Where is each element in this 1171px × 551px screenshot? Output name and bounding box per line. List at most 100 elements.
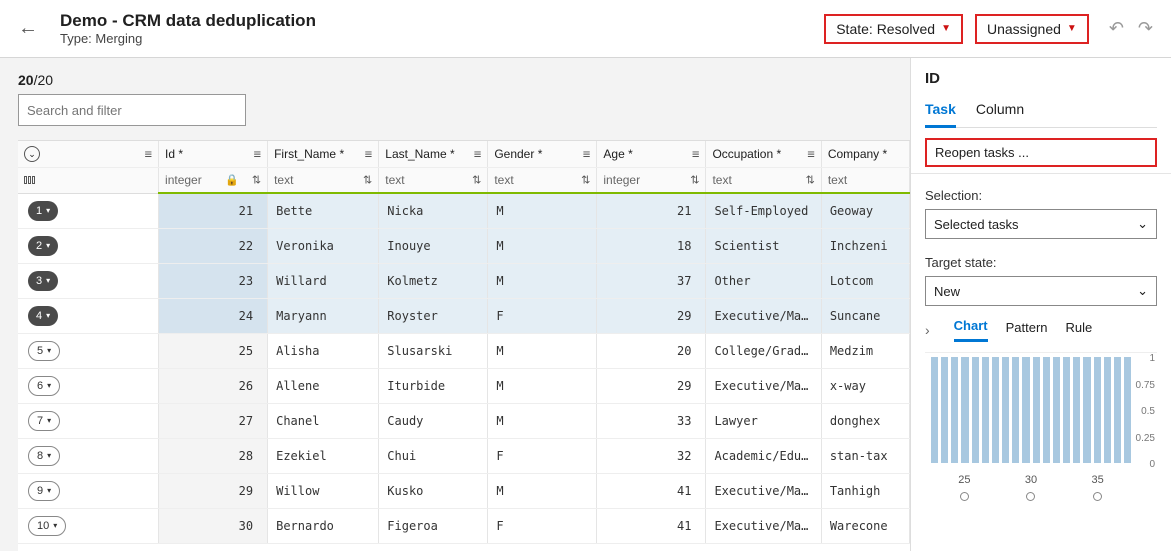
cell-occupation[interactable]: Executive/Man... (706, 508, 821, 543)
cell-gender[interactable]: M (488, 333, 597, 368)
row-index-cell[interactable]: 1 ▾ (18, 193, 159, 228)
chart-bar[interactable] (1043, 357, 1050, 463)
menu-icon[interactable]: ≡ (254, 146, 262, 161)
cell-first-name[interactable]: Ezekiel (268, 438, 379, 473)
col-header-occupation[interactable]: Occupation *≡ (706, 141, 821, 167)
table-row[interactable]: 10 ▾30BernardoFigeroaF41Executive/Man...… (18, 508, 910, 543)
chart-bar[interactable] (982, 357, 989, 463)
tab-column[interactable]: Column (976, 101, 1024, 127)
col-header-age[interactable]: Age *≡ (597, 141, 706, 167)
cell-company[interactable]: stan-tax (821, 438, 909, 473)
layout-toggle[interactable] (18, 167, 159, 193)
table-row[interactable]: 9 ▾29WillowKuskoM41Executive/Man...Tanhi… (18, 473, 910, 508)
cell-company[interactable]: Tanhigh (821, 473, 909, 508)
tab-rule[interactable]: Rule (1066, 320, 1093, 341)
cell-company[interactable]: Geoway (821, 193, 909, 228)
table-row[interactable]: 1 ▾21BetteNickaM21Self-EmployedGeoway (18, 193, 910, 228)
row-pill[interactable]: 2 ▾ (28, 236, 58, 256)
cell-gender[interactable]: M (488, 473, 597, 508)
col-type-age[interactable]: integer⇅ (597, 167, 706, 193)
menu-icon[interactable]: ≡ (583, 146, 591, 161)
col-type-oc[interactable]: text⇅ (706, 167, 821, 193)
cell-id[interactable]: 24 (159, 298, 268, 333)
row-index-cell[interactable]: 9 ▾ (18, 473, 159, 508)
row-index-cell[interactable]: 10 ▾ (18, 508, 159, 543)
cell-last-name[interactable]: Caudy (379, 403, 488, 438)
chart-bar[interactable] (992, 357, 999, 463)
cell-gender[interactable]: F (488, 438, 597, 473)
cell-first-name[interactable]: Allene (268, 368, 379, 403)
cell-age[interactable]: 20 (597, 333, 706, 368)
chart-bar[interactable] (1104, 357, 1111, 463)
cell-gender[interactable]: M (488, 263, 597, 298)
chart-bar[interactable] (1114, 357, 1121, 463)
menu-icon[interactable]: ≡ (144, 146, 152, 161)
table-row[interactable]: 2 ▾22VeronikaInouyeM18ScientistInchzeni (18, 228, 910, 263)
cell-occupation[interactable]: Scientist (706, 228, 821, 263)
cell-age[interactable]: 41 (597, 473, 706, 508)
table-row[interactable]: 4 ▾24MaryannRoysterF29Executive/Man...Su… (18, 298, 910, 333)
cell-occupation[interactable]: Executive/Man... (706, 368, 821, 403)
row-pill[interactable]: 1 ▾ (28, 201, 58, 221)
cell-age[interactable]: 32 (597, 438, 706, 473)
cell-gender[interactable]: M (488, 403, 597, 438)
row-pill[interactable]: 4 ▾ (28, 306, 58, 326)
cell-company[interactable]: Inchzeni (821, 228, 909, 263)
col-header-first-name[interactable]: First_Name *≡ (268, 141, 379, 167)
assignee-dropdown[interactable]: Unassigned ▼ (975, 14, 1089, 44)
data-table[interactable]: ⌄ ≡ Id *≡ First_Name *≡ Last_Name *≡ Gen… (18, 140, 910, 551)
chart-range-slider[interactable] (925, 492, 1157, 501)
cell-first-name[interactable]: Chanel (268, 403, 379, 438)
cell-company[interactable]: donghex (821, 403, 909, 438)
row-pill[interactable]: 5 ▾ (28, 341, 60, 361)
cell-id[interactable]: 23 (159, 263, 268, 298)
slider-handle[interactable] (960, 492, 969, 501)
cell-id[interactable]: 29 (159, 473, 268, 508)
cell-gender[interactable]: M (488, 193, 597, 228)
cell-last-name[interactable]: Iturbide (379, 368, 488, 403)
table-row[interactable]: 3 ▾23WillardKolmetzM37OtherLotcom (18, 263, 910, 298)
chart-bar[interactable] (1083, 357, 1090, 463)
cell-company[interactable]: Medzim (821, 333, 909, 368)
cell-age[interactable]: 33 (597, 403, 706, 438)
selection-dropdown[interactable]: Selected tasks ⌄ (925, 209, 1157, 239)
cell-first-name[interactable]: Maryann (268, 298, 379, 333)
chart-bar[interactable] (1053, 357, 1060, 463)
back-icon[interactable]: ← (18, 17, 38, 40)
cell-last-name[interactable]: Slusarski (379, 333, 488, 368)
cell-company[interactable]: Suncane (821, 298, 909, 333)
tab-pattern[interactable]: Pattern (1006, 320, 1048, 341)
sort-icon[interactable]: ⇅ (690, 173, 699, 186)
cell-company[interactable]: Warecone (821, 508, 909, 543)
cell-occupation[interactable]: Executive/Man... (706, 473, 821, 508)
cell-age[interactable]: 37 (597, 263, 706, 298)
cell-age[interactable]: 41 (597, 508, 706, 543)
cell-occupation[interactable]: Self-Employed (706, 193, 821, 228)
sort-icon[interactable]: ⇅ (252, 173, 261, 186)
col-type-ln[interactable]: text⇅ (379, 167, 488, 193)
cell-id[interactable]: 21 (159, 193, 268, 228)
cell-gender[interactable]: F (488, 508, 597, 543)
cell-occupation[interactable]: Other (706, 263, 821, 298)
col-header-gender[interactable]: Gender *≡ (488, 141, 597, 167)
chart-bar[interactable] (1073, 357, 1080, 463)
cell-id[interactable]: 28 (159, 438, 268, 473)
cell-occupation[interactable]: Lawyer (706, 403, 821, 438)
chart-bar[interactable] (972, 357, 979, 463)
row-index-cell[interactable]: 8 ▾ (18, 438, 159, 473)
menu-icon[interactable]: ≡ (807, 146, 815, 161)
cell-occupation[interactable]: Academic/Educ... (706, 438, 821, 473)
col-header-last-name[interactable]: Last_Name *≡ (379, 141, 488, 167)
row-index-cell[interactable]: 2 ▾ (18, 228, 159, 263)
sort-icon[interactable]: ⇅ (806, 173, 815, 186)
cell-age[interactable]: 21 (597, 193, 706, 228)
chart-bar[interactable] (1022, 357, 1029, 463)
col-header-company[interactable]: Company * (821, 141, 909, 167)
cell-first-name[interactable]: Willard (268, 263, 379, 298)
col-type-fn[interactable]: text⇅ (268, 167, 379, 193)
table-row[interactable]: 8 ▾28EzekielChuiF32Academic/Educ...stan-… (18, 438, 910, 473)
target-state-dropdown[interactable]: New ⌄ (925, 276, 1157, 306)
menu-icon[interactable]: ≡ (474, 146, 482, 161)
slider-handle[interactable] (1026, 492, 1035, 501)
row-index-cell[interactable]: 4 ▾ (18, 298, 159, 333)
